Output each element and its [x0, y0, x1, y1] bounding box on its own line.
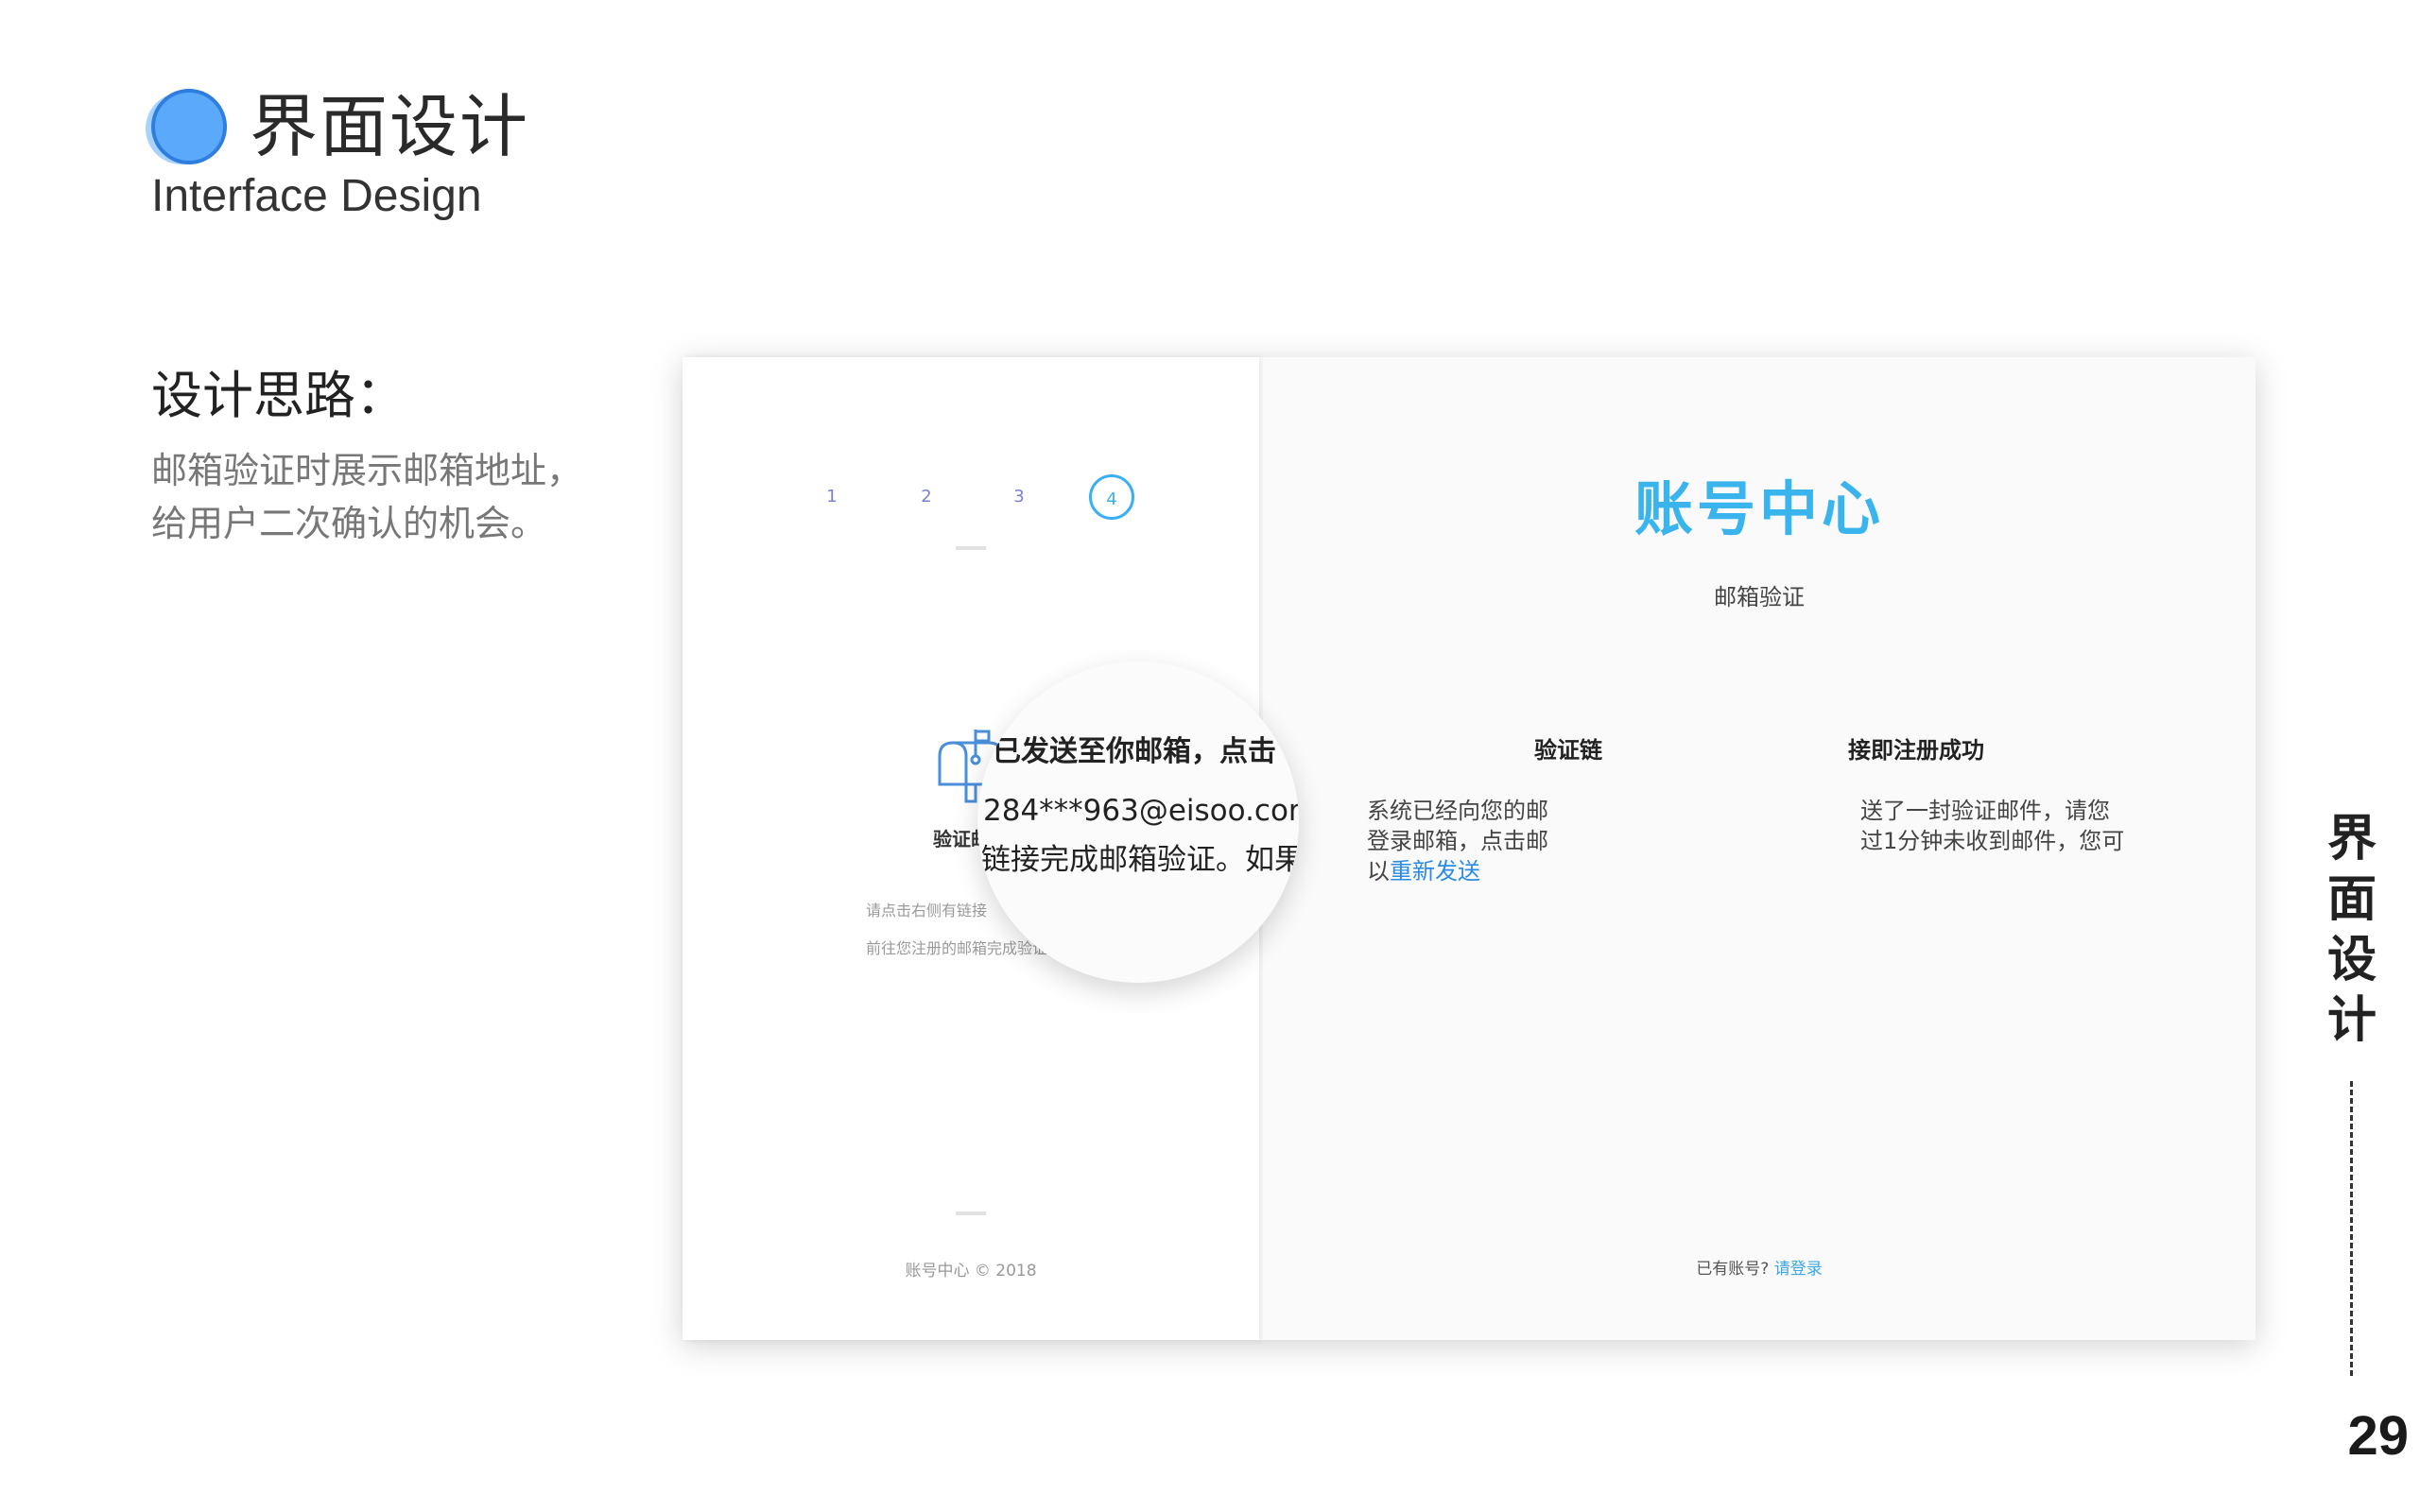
slide-title: 界面设计: [250, 87, 530, 166]
dashed-divider: [2350, 1081, 2353, 1376]
page-number: 29: [2347, 1405, 2409, 1467]
resend-link[interactable]: 重新发送: [1390, 858, 1480, 885]
side-label: 界 面 设 计: [2324, 809, 2380, 1051]
logo-circle-icon: [151, 89, 227, 164]
section-description: 邮箱验证时展示邮箱地址， 给用户二次确认的机会。: [151, 444, 643, 550]
verify-body: 系统已经向您的邮 送了一封验证邮件，请您 登录邮箱，点击邮 过1分钟未收到邮件，您可…: [1367, 796, 2142, 886]
ui-mockup: 1 2 3 4 验证邮箱 请点击右侧有链接 前往您注册的邮箱完成验证吧 账号中心…: [683, 357, 2256, 1340]
body-line: 登录邮箱，点击邮 过1分钟未收到邮件，您可: [1367, 826, 2142, 856]
divider-bar: [956, 1211, 986, 1215]
description-line: 邮箱验证时展示邮箱地址，: [151, 450, 583, 491]
magnified-text: 已发送至你邮箱，点击: [993, 735, 1276, 768]
body-text: 过1分钟未收到邮件，您可: [1860, 828, 2125, 854]
side-label-char: 设: [2326, 932, 2377, 988]
login-link[interactable]: 请登录: [1774, 1260, 1823, 1279]
login-prompt: 已有账号? 请登录: [1263, 1255, 2256, 1279]
magnified-text: 链接完成邮箱验证。如果: [981, 843, 1299, 877]
body-text: 登录邮箱，点击邮: [1367, 828, 1548, 854]
section-heading: 设计思路：: [151, 366, 406, 425]
magnifier-lens: 已发送至你邮箱，点击 284***963@eisoo.com 链接完成邮箱验证。…: [977, 662, 1299, 983]
step-3[interactable]: 3: [996, 474, 1042, 520]
page-subtitle: 邮箱验证: [1714, 584, 1805, 610]
description-line: 给用户二次确认的机会。: [151, 503, 547, 544]
copyright: 账号中心 © 2018: [905, 1262, 1037, 1280]
body-text: 送了一封验证邮件，请您: [1860, 798, 2110, 824]
login-prompt-text: 已有账号?: [1696, 1260, 1770, 1279]
verify-title: 验证链 接即注册成功: [1357, 731, 2161, 765]
verify-title-left: 验证链: [1534, 737, 1602, 764]
slide-subtitle: Interface Design: [151, 171, 482, 221]
body-line: 以重新发送: [1367, 856, 2142, 886]
side-label-char: 面: [2326, 871, 2377, 928]
divider-bar: [956, 546, 986, 550]
body-line: 系统已经向您的邮 送了一封验证邮件，请您: [1367, 796, 2142, 826]
side-label-char: 界: [2326, 811, 2377, 868]
side-label-char: 计: [2326, 992, 2377, 1049]
body-text: 以: [1367, 858, 1390, 885]
brand-logo: 账号中心: [1634, 474, 1884, 543]
step-4-active[interactable]: 4: [1089, 474, 1134, 520]
magnified-email: 284***963@eisoo.com: [983, 794, 1299, 828]
body-text: 系统已经向您的邮: [1367, 798, 1548, 824]
step-1[interactable]: 1: [809, 474, 855, 520]
right-panel: 账号中心 邮箱验证 验证链 接即注册成功 系统已经向您的邮 送了一封验证邮件，请您 …: [1263, 357, 2256, 1340]
verify-title-right: 接即注册成功: [1848, 737, 1984, 764]
step-2[interactable]: 2: [904, 474, 949, 520]
